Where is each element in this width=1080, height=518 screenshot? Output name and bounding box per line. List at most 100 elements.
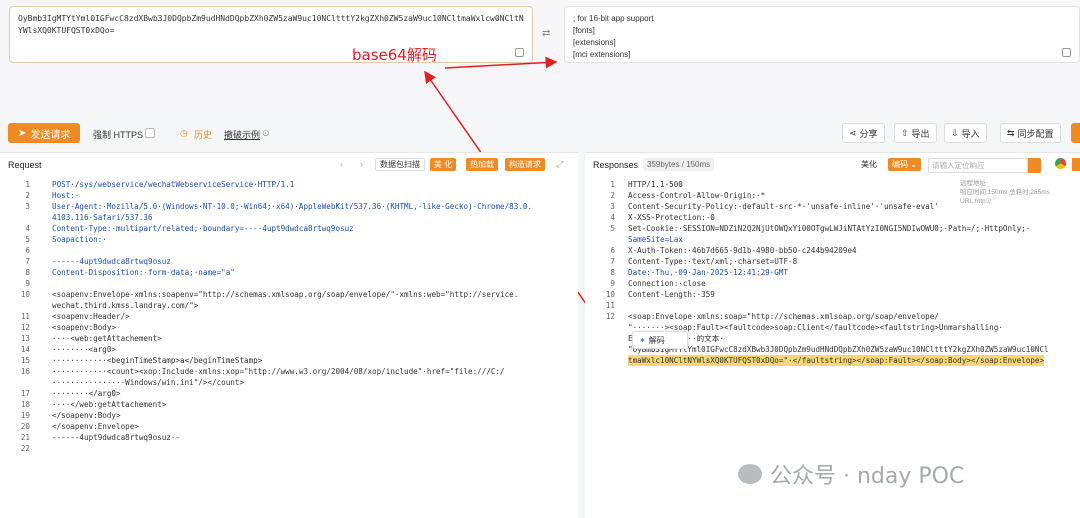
line-text: <soap:Envelope·xmlns:soap="http://schema… — [628, 312, 939, 321]
toolbar: ➤ 发送请求 强制 HTTPS ◷ 历史 撤破示例 ⊙ ⋖ 分享 ⇧ 导出 ⇩ 导入 … — [0, 120, 1080, 146]
decoded-output[interactable]: ; for 16-bit app support [fonts] [extens… — [564, 6, 1080, 63]
line-number: 3 — [610, 202, 615, 211]
decode-area: OyBmb3IgMTYtYml0IGFwcC8zdXBwb3J0DQpbZm9u… — [0, 0, 1080, 112]
import-button[interactable]: ⇩ 导入 — [944, 123, 987, 143]
prev-icon[interactable]: ‹ — [340, 159, 343, 169]
code-line: 6 X-Auth-Token:·46b7d665-9d1b-4980-bb50-c… — [585, 245, 1080, 256]
line-number: 5 — [25, 235, 30, 244]
request-header: Request ‹ › 数据包扫描 美 化 热加载 构造请求 ⤢ — [0, 153, 578, 177]
code-line: 15 ············<beginTimeStamp>a</beginTi… — [0, 355, 578, 366]
code-line: 4 X-XSS-Protection:·0 — [585, 212, 1080, 223]
send-request-button[interactable]: ➤ 发送请求 — [8, 123, 81, 143]
decode-popup[interactable]: ✦ 解码 — [632, 331, 688, 349]
packet-scan-button[interactable]: 数据包扫描 — [375, 158, 425, 171]
more-button[interactable] — [1072, 158, 1080, 171]
beautify-button[interactable]: 美 化 — [430, 158, 457, 171]
code-line: 1 POST·/sys/webservice/wechatWebserviceSe… — [0, 179, 578, 190]
encoding-dropdown[interactable]: 编码 ⌄ — [888, 158, 921, 171]
decoded-line: [mci extensions] — [573, 50, 631, 59]
code-line: 5 Set-Cookie:·SESSION=NDZiN2Q2NjUtOWQxYi0… — [585, 223, 1080, 234]
hot-reload-button[interactable]: 热加载 — [466, 158, 498, 171]
more-button[interactable] — [1071, 123, 1080, 143]
history-link[interactable]: 历史 — [194, 128, 212, 141]
line-number: 4 — [25, 224, 30, 233]
line-text: "OyBmb3IgMTYtYml0IGFwcC8zdXBwb3J0DQpbZm9… — [628, 345, 1049, 354]
decoded-line: ; for 16-bit app support — [573, 14, 654, 23]
line-number: 7 — [25, 257, 30, 266]
examples-link[interactable]: 撤破示例 — [224, 128, 260, 141]
line-text: Host:· — [52, 191, 80, 200]
force-https-checkbox[interactable] — [145, 128, 155, 138]
expand-icon[interactable]: ⤢ — [556, 159, 563, 170]
help-icon[interactable]: ⊙ — [262, 128, 270, 139]
search-icon[interactable] — [1028, 158, 1041, 173]
response-search-input[interactable]: 请输入定位响应 — [928, 158, 1028, 173]
import-icon: ⇩ — [951, 127, 959, 138]
code-line: 8 Date:·Thu,·09·Jan·2025·12:41:29·GMT — [585, 267, 1080, 278]
code-line: 11 — [585, 300, 1080, 311]
sync-label: 同步配置 — [1017, 128, 1054, 139]
line-number: 14 — [20, 345, 30, 354]
response-title: Responses — [593, 160, 639, 170]
code-line: 11 <soapenv:Header/> — [0, 311, 578, 322]
send-label: 发送请求 — [30, 129, 71, 141]
line-text: Content-Length:·359 — [628, 290, 715, 299]
sparkle-icon: ✦ — [639, 335, 646, 345]
line-number: 8 — [25, 268, 30, 277]
code-line: 13 ····<web:getAttachement> — [0, 333, 578, 344]
code-line: tmaWxlc10NCltNYWlsXQ0KTUFQST0xDQo="·</fa… — [585, 355, 1080, 366]
export-label: 导出 — [911, 128, 930, 139]
line-text: Content-Disposition:·form-data;·name="a" — [52, 268, 235, 277]
line-number: 6 — [610, 246, 615, 255]
response-header: Responses 359bytes / 150ms 美化 编码 ⌄ 请输入定位… — [585, 153, 1080, 177]
line-text: ····</web:getAttachement> — [52, 400, 167, 409]
code-line: 19 </soapenv:Body> — [0, 410, 578, 421]
line-text: Connection:·close — [628, 279, 706, 288]
code-line: 1 HTTP/1.1·500 — [585, 179, 1080, 190]
line-text: <soapenv:Header/> — [52, 312, 130, 321]
chrome-icon[interactable] — [1055, 158, 1066, 169]
line-number: 16 — [20, 367, 30, 376]
line-text: <soapenv:Envelope·xmlns:soapenv="http://… — [52, 290, 519, 299]
line-text: Content-Security-Policy:·default-src·*·'… — [628, 202, 939, 211]
import-label: 导入 — [961, 128, 980, 139]
wechat-icon — [738, 464, 762, 484]
history-icon: ◷ — [180, 128, 188, 138]
line-text: X-XSS-Protection:·0 — [628, 213, 715, 222]
copy-icon[interactable] — [515, 48, 524, 57]
beautify-toggle[interactable]: 美化 — [857, 158, 881, 171]
line-text: ····<web:getAttachement> — [52, 334, 162, 343]
code-line: 2 Host:· — [0, 190, 578, 201]
code-line: 3 User-Agent:·Mozilla/5.0·(Windows·NT·10.… — [0, 201, 578, 212]
request-editor[interactable]: 1 POST·/sys/webservice/wechatWebserviceSe… — [0, 177, 578, 518]
line-number: 15 — [20, 356, 30, 365]
encoding-label: 编码 — [892, 160, 908, 169]
code-line: 7 ------4upt9dwdca8rtwq9osuz — [0, 256, 578, 267]
next-icon[interactable]: › — [360, 159, 363, 169]
line-number: 12 — [605, 312, 615, 321]
line-text: SameSite=Lax — [628, 235, 683, 244]
code-line: 6 — [0, 245, 578, 256]
export-button[interactable]: ⇧ 导出 — [894, 123, 937, 143]
sync-config-button[interactable]: ⇆ 同步配置 — [1000, 123, 1061, 143]
swap-icon[interactable]: ⇄ — [542, 28, 550, 39]
line-text: wechat.third.kmss.landray.com/"> — [52, 301, 199, 310]
code-line: 4 Content-Type:·multipart/related;·bounda… — [0, 223, 578, 234]
line-number: 22 — [20, 444, 30, 453]
line-number: 1 — [610, 180, 615, 189]
line-number: 11 — [605, 301, 615, 310]
base64-input[interactable]: OyBmb3IgMTYtYml0IGFwcC8zdXBwb3J0DQpbZm9u… — [9, 6, 533, 63]
request-panel: Request ‹ › 数据包扫描 美 化 热加载 构造请求 ⤢ 1 POST·/… — [0, 152, 578, 518]
line-text: Content-Type:·text/xml;·charset=UTF-8 — [628, 257, 798, 266]
line-text: <soapenv:Body> — [52, 323, 117, 332]
line-number: 11 — [20, 312, 30, 321]
watermark-text: 公众号 · nday POC — [770, 464, 965, 489]
line-number: 10 — [605, 290, 615, 299]
line-number: 13 — [20, 334, 30, 343]
line-number: 2 — [25, 191, 30, 200]
build-request-button[interactable]: 构造请求 — [505, 158, 545, 171]
share-button[interactable]: ⋖ 分享 — [842, 123, 885, 143]
line-number: 18 — [20, 400, 30, 409]
copy-icon[interactable] — [1062, 48, 1071, 57]
request-title: Request — [8, 160, 42, 170]
